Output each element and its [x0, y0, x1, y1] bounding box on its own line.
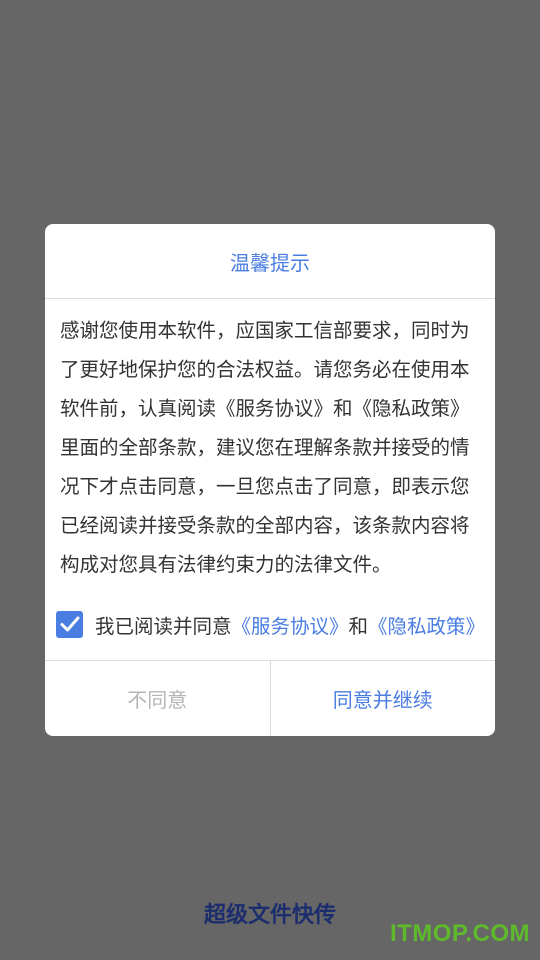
agree-and-text: 和 — [348, 614, 369, 638]
agree-checkbox[interactable] — [56, 610, 83, 638]
privacy-dialog: 温馨提示 感谢您使用本软件，应国家工信部要求，同时为了更好地保护您的合法权益。请… — [45, 224, 495, 736]
dialog-buttons: 不同意 同意并继续 — [45, 660, 495, 736]
agree-continue-button[interactable]: 同意并继续 — [271, 661, 496, 736]
checkmark-icon — [60, 616, 79, 632]
agree-prefix-text: 我已阅读并同意 — [95, 614, 232, 638]
service-agreement-link[interactable]: 《服务协议》 — [232, 610, 349, 639]
watermark-text: ITMOP.COM — [389, 920, 530, 947]
agreement-row: 我已阅读并同意 《服务协议》和《隐私政策》 — [45, 589, 495, 659]
dialog-body-text: 感谢您使用本软件，应国家工信部要求，同时为了更好地保护您的合法权益。请您务必在使… — [60, 319, 470, 576]
disagree-button[interactable]: 不同意 — [45, 661, 271, 736]
dialog-title: 温馨提示 — [45, 224, 495, 299]
privacy-policy-link[interactable]: 《隐私政策》 — [368, 610, 485, 639]
